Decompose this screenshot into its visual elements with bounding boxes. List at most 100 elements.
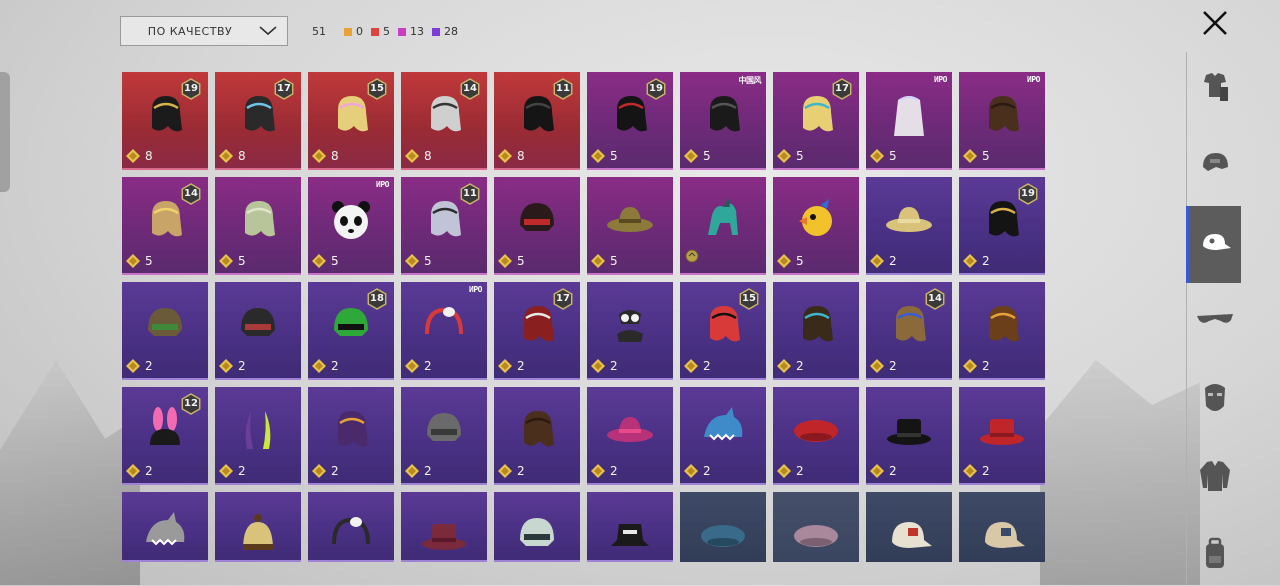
left-edge-handle[interactable] (0, 72, 10, 192)
sidebar-tab-helmet[interactable] (1188, 136, 1241, 196)
item-card[interactable]: 2 (122, 282, 208, 380)
price-value: 2 (610, 359, 618, 373)
chevron-down-icon (259, 22, 277, 40)
item-card[interactable]: 2 (680, 387, 766, 485)
item-card[interactable]: 2 (587, 387, 673, 485)
item-beret-icon (791, 510, 841, 560)
item-card[interactable]: 17 8 (215, 72, 301, 170)
price-value: 5 (982, 149, 990, 163)
total-count: 51 (312, 25, 326, 38)
jacket-icon (1197, 458, 1233, 498)
sidebar-tab-outfit[interactable] (1188, 58, 1241, 118)
item-card[interactable] (215, 492, 301, 562)
item-card[interactable] (587, 492, 673, 562)
item-card[interactable]: 14 5 (122, 177, 208, 275)
item-price: 2 (405, 464, 432, 478)
item-card[interactable] (122, 492, 208, 562)
item-card[interactable] (773, 492, 859, 562)
item-card[interactable]: 19 2 (959, 177, 1045, 275)
coin-icon (312, 149, 326, 163)
item-hair-icon (233, 195, 283, 245)
item-card[interactable] (308, 492, 394, 562)
item-grid: 19 8 17 8 15 8 14 8 11 8 19 5 中国风 5 17 5 ИРО 5 ИРО 5 14 5 5 ИРО… (122, 72, 1045, 562)
count-epic: 13 (398, 25, 424, 38)
count-mythic: 5 (371, 25, 390, 38)
item-card[interactable]: 2 (308, 387, 394, 485)
item-card[interactable] (680, 177, 766, 275)
item-card[interactable]: 5 (494, 177, 580, 275)
item-card[interactable]: 17 2 (494, 282, 580, 380)
item-tophat-icon (419, 510, 469, 560)
item-card[interactable]: ИРО 5 (308, 177, 394, 275)
item-card[interactable]: 14 2 (866, 282, 952, 380)
item-card[interactable]: 2 (959, 282, 1045, 380)
sidebar-tab-mask[interactable] (1188, 370, 1241, 430)
item-card[interactable]: 11 8 (494, 72, 580, 170)
sidebar-tab-backpack[interactable] (1188, 526, 1241, 586)
sidebar-divider (1186, 52, 1187, 585)
item-card[interactable]: 2 (959, 387, 1045, 485)
item-card[interactable]: 19 8 (122, 72, 208, 170)
coin-icon (126, 254, 140, 268)
item-card[interactable]: ИРО 2 (401, 282, 487, 380)
quality-swatch (371, 27, 379, 36)
item-card[interactable]: 15 2 (680, 282, 766, 380)
item-card[interactable]: 18 2 (308, 282, 394, 380)
item-hair-icon (698, 90, 748, 140)
price-value: 2 (982, 359, 990, 373)
item-card[interactable] (866, 492, 952, 562)
level-badge: 17 (273, 78, 295, 100)
item-helmet-icon (419, 405, 469, 455)
item-card[interactable]: 2 (401, 387, 487, 485)
item-card[interactable]: 2 (587, 282, 673, 380)
item-card[interactable]: 2 (494, 387, 580, 485)
coin-icon (312, 254, 326, 268)
item-card[interactable]: 5 (773, 177, 859, 275)
level-number: 19 (1021, 188, 1035, 199)
item-hat-icon (605, 405, 655, 455)
sort-dropdown[interactable]: ПО КАЧЕСТВУ (120, 16, 288, 46)
item-card[interactable] (401, 492, 487, 562)
item-card[interactable]: 11 5 (401, 177, 487, 275)
item-card[interactable] (494, 492, 580, 562)
item-price: 5 (219, 254, 246, 268)
item-card[interactable] (680, 492, 766, 562)
item-card[interactable]: 2 (215, 282, 301, 380)
coin-icon (963, 359, 977, 373)
item-card[interactable]: 2 (773, 282, 859, 380)
price-value: 5 (424, 254, 432, 268)
item-card[interactable]: 2 (215, 387, 301, 485)
sidebar-tab-jacket[interactable] (1188, 448, 1241, 508)
level-number: 15 (742, 293, 756, 304)
sidebar-tab-glasses[interactable] (1188, 292, 1241, 352)
background-mountain (0, 360, 140, 585)
item-card[interactable]: 14 8 (401, 72, 487, 170)
item-price: 5 (591, 254, 618, 268)
item-card[interactable]: 17 5 (773, 72, 859, 170)
item-card[interactable]: 中国风 5 (680, 72, 766, 170)
item-card[interactable]: ИРО 5 (959, 72, 1045, 170)
close-button[interactable] (1198, 6, 1232, 40)
coin-icon (684, 464, 698, 478)
item-card[interactable]: 12 2 (122, 387, 208, 485)
sidebar-tab-cap[interactable] (1186, 206, 1241, 283)
item-card[interactable]: 19 5 (587, 72, 673, 170)
item-price: 2 (684, 464, 711, 478)
item-card[interactable]: 2 (866, 387, 952, 485)
item-card[interactable]: 5 (587, 177, 673, 275)
item-card[interactable]: 2 (866, 177, 952, 275)
helmet-icon (1198, 147, 1232, 185)
item-price: 2 (312, 359, 339, 373)
item-counts: 51 0 5 13 28 (312, 25, 458, 38)
item-price: 2 (126, 464, 153, 478)
item-card[interactable]: ИРО 5 (866, 72, 952, 170)
coin-icon (591, 464, 605, 478)
collection-tag: ИРО (934, 75, 947, 84)
item-card[interactable]: 2 (773, 387, 859, 485)
item-card[interactable]: 15 8 (308, 72, 394, 170)
item-beret-icon (791, 405, 841, 455)
item-card[interactable]: 5 (215, 177, 301, 275)
count-value: 5 (383, 25, 390, 38)
level-number: 19 (649, 83, 663, 94)
item-card[interactable] (959, 492, 1045, 562)
